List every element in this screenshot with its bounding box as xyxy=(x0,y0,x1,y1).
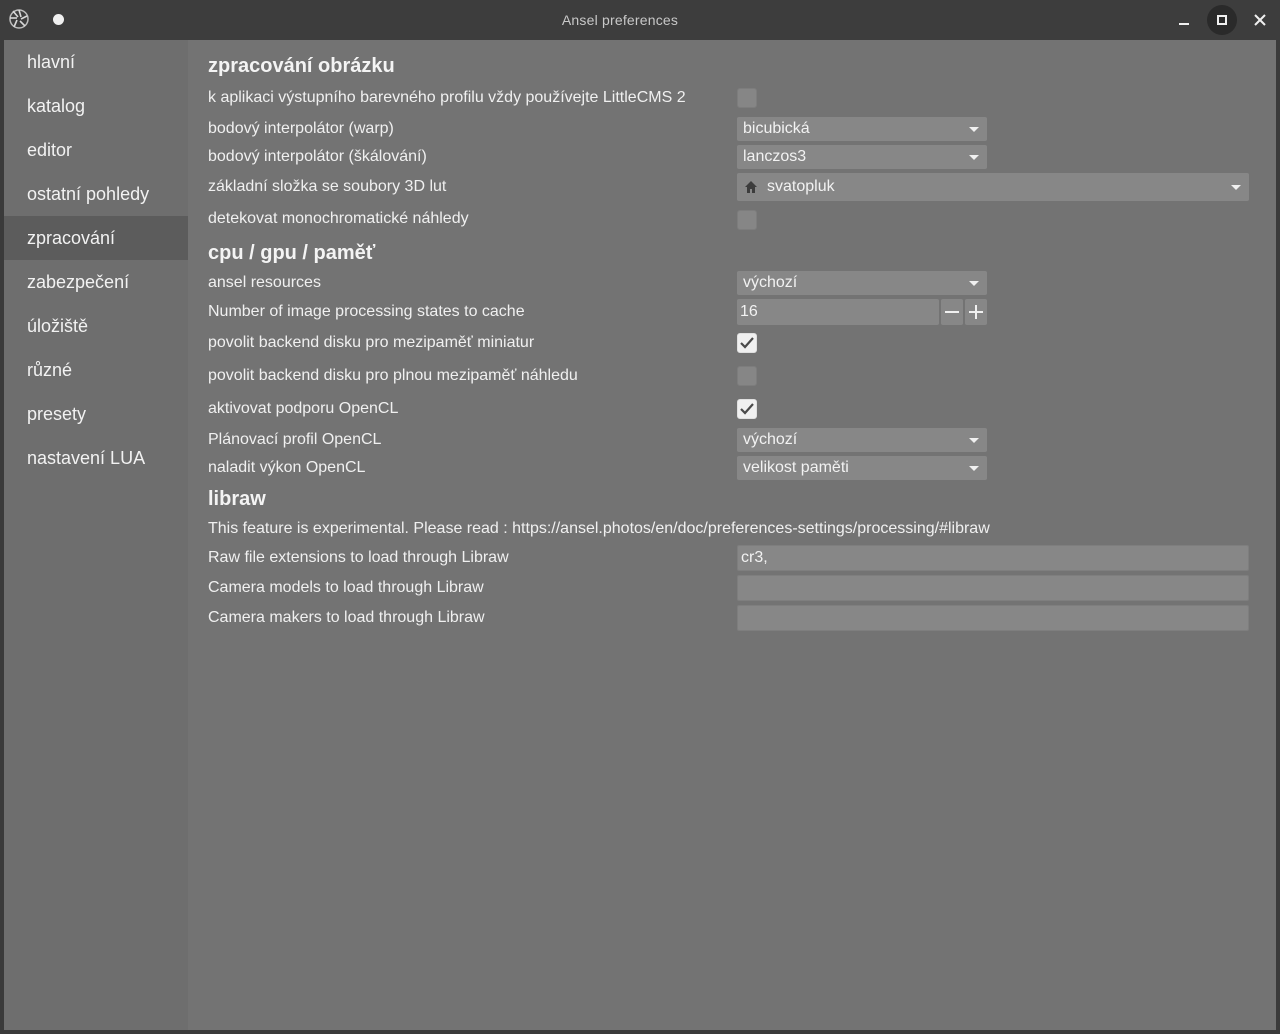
raw-extensions-label: Raw file extensions to load through Libr… xyxy=(208,549,509,566)
opencl-tune-select[interactable]: velikost paměti xyxy=(737,456,987,480)
opencl-tune-label: naladit výkon OpenCL xyxy=(208,459,366,476)
home-icon xyxy=(745,181,757,193)
chevron-down-icon xyxy=(1231,185,1241,190)
warp-interpolator-value: bicubická xyxy=(743,120,810,137)
scaling-interpolator-label: bodový interpolátor (škálování) xyxy=(208,148,427,165)
disk-thumb-cache-checkbox[interactable] xyxy=(737,333,757,353)
cache-states-label: Number of image processing states to cac… xyxy=(208,303,525,320)
opencl-support-checkbox[interactable] xyxy=(737,399,757,419)
scaling-interpolator-value: lanczos3 xyxy=(743,148,807,165)
libraw-experimental-note: This feature is experimental. Please rea… xyxy=(208,520,990,537)
sidebar-item-zabezpeceni[interactable]: zabezpečení xyxy=(4,260,188,304)
mono-previews-label: detekovat monochromatické náhledy xyxy=(208,210,469,227)
minimize-icon xyxy=(1179,23,1189,25)
sidebar-item-ostatni-pohledy[interactable]: ostatní pohledy xyxy=(4,172,188,216)
always-lcms-checkbox[interactable] xyxy=(737,88,757,108)
section-heading-cpu-gpu-memory: cpu / gpu / paměť xyxy=(208,242,376,264)
sidebar-item-nastaveni-lua[interactable]: nastavení LUA xyxy=(4,436,188,480)
opencl-profile-value: výchozí xyxy=(743,431,798,448)
chevron-down-icon xyxy=(969,127,979,132)
maximize-icon xyxy=(1217,15,1227,25)
camera-makers-input[interactable] xyxy=(737,605,1249,631)
disk-full-cache-label: povolit backend disku pro plnou mezipamě… xyxy=(208,367,578,384)
chevron-down-icon xyxy=(969,466,979,471)
section-heading-libraw: libraw xyxy=(208,488,266,510)
window-titlebar[interactable]: Ansel preferences xyxy=(0,0,1280,40)
cache-states-decrement-button[interactable] xyxy=(941,299,963,325)
disk-thumb-cache-label: povolit backend disku pro mezipaměť mini… xyxy=(208,334,535,351)
checkmark-icon xyxy=(740,337,754,349)
plus-icon xyxy=(969,305,983,319)
window-title: Ansel preferences xyxy=(561,12,679,28)
sidebar-item-hlavni[interactable]: hlavní xyxy=(4,40,188,84)
lut-folder-value: svatopluk xyxy=(767,178,835,195)
sidebar-item-uloziste[interactable]: úložiště xyxy=(4,304,188,348)
chevron-down-icon xyxy=(969,281,979,286)
close-icon xyxy=(1254,14,1266,26)
camera-models-input[interactable] xyxy=(737,575,1249,601)
resources-value: výchozí xyxy=(743,274,798,291)
mono-previews-checkbox[interactable] xyxy=(737,210,757,230)
resources-select[interactable]: výchozí xyxy=(737,271,987,295)
window-bottom-border xyxy=(0,1030,1280,1034)
preferences-sidebar: hlavní katalog editor ostatní pohledy zp… xyxy=(4,40,188,1030)
camera-makers-label: Camera makers to load through Libraw xyxy=(208,609,485,626)
warp-interpolator-select[interactable]: bicubická xyxy=(737,117,987,141)
cache-states-increment-button[interactable] xyxy=(965,299,987,325)
opencl-profile-label: Plánovací profil OpenCL xyxy=(208,431,382,448)
chevron-down-icon xyxy=(969,155,979,160)
scaling-interpolator-select[interactable]: lanczos3 xyxy=(737,145,987,169)
minimize-button[interactable] xyxy=(1169,5,1199,35)
cache-states-input[interactable]: 16 xyxy=(737,299,939,325)
maximize-button[interactable] xyxy=(1207,5,1237,35)
section-heading-image-processing: zpracování obrázku xyxy=(208,55,395,77)
opencl-support-label: aktivovat podporu OpenCL xyxy=(208,400,399,417)
resources-label: ansel resources xyxy=(208,274,321,291)
lut-folder-chooser[interactable]: svatopluk xyxy=(737,173,1249,201)
disk-full-cache-checkbox[interactable] xyxy=(737,366,757,386)
checkmark-icon xyxy=(740,403,754,415)
opencl-tune-value: velikost paměti xyxy=(743,459,849,476)
warp-interpolator-label: bodový interpolátor (warp) xyxy=(208,120,394,137)
camera-models-label: Camera models to load through Libraw xyxy=(208,579,484,596)
processing-preferences-panel: zpracování obrázku k aplikaci výstupního… xyxy=(188,40,1276,1030)
chevron-down-icon xyxy=(969,438,979,443)
always-lcms-label: k aplikaci výstupního barevného profilu … xyxy=(208,89,686,106)
opencl-profile-select[interactable]: výchozí xyxy=(737,428,987,452)
close-button[interactable] xyxy=(1245,5,1275,35)
lut-folder-label: základní složka se soubory 3D lut xyxy=(208,178,447,195)
sidebar-item-katalog[interactable]: katalog xyxy=(4,84,188,128)
sidebar-item-editor[interactable]: editor xyxy=(4,128,188,172)
raw-extensions-input[interactable]: cr3, xyxy=(737,545,1249,571)
sidebar-item-presety[interactable]: presety xyxy=(4,392,188,436)
sidebar-item-ruzne[interactable]: různé xyxy=(4,348,188,392)
sidebar-item-zpracovani[interactable]: zpracování xyxy=(4,216,188,260)
minus-icon xyxy=(945,311,959,313)
